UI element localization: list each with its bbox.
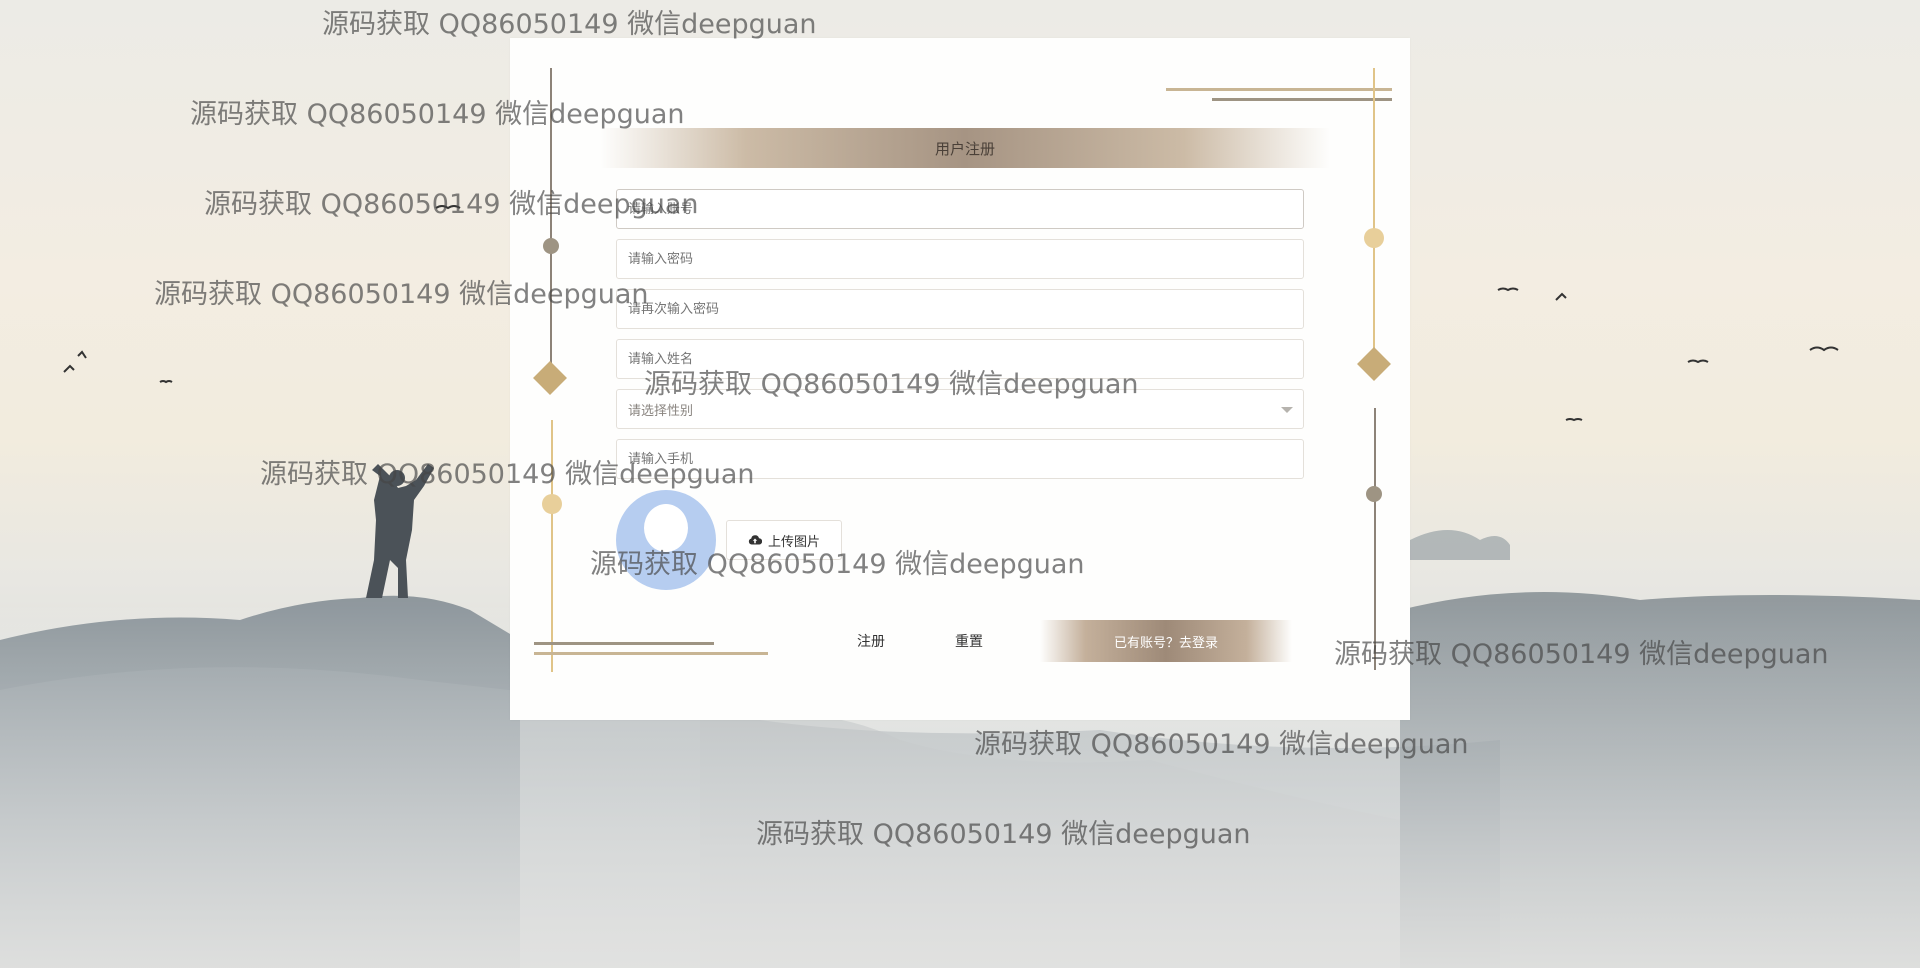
phone-input[interactable] <box>616 439 1304 479</box>
confirm-password-input[interactable] <box>616 289 1304 329</box>
right-deco-dot-gold <box>1364 228 1384 248</box>
left-deco-line-top <box>550 68 552 368</box>
register-card: 用户注册 请选择性别 上传图片 注册 重置 已有账号？去登录 <box>510 38 1410 720</box>
gender-select-value: 请选择性别 <box>628 403 694 419</box>
right-deco-line-bottom <box>1374 408 1376 670</box>
reset-button[interactable]: 重置 <box>934 621 1004 661</box>
right-deco-hline-1 <box>1166 88 1392 91</box>
page-title-text: 用户注册 <box>934 139 995 158</box>
password-input[interactable] <box>616 239 1304 279</box>
account-input[interactable] <box>616 189 1304 229</box>
go-login-link[interactable]: 已有账号？去登录 <box>1040 620 1292 662</box>
left-deco-dot-gold <box>542 494 562 514</box>
left-deco-hline-2 <box>534 652 768 655</box>
left-deco-circle <box>543 238 559 254</box>
name-input[interactable] <box>616 339 1304 379</box>
left-deco-line-bottom <box>551 420 553 672</box>
go-login-label: 已有账号？去登录 <box>1113 635 1218 651</box>
reset-button-label: 重置 <box>955 633 983 649</box>
register-button-label: 注册 <box>857 633 885 649</box>
avatar-placeholder-icon <box>644 504 688 552</box>
cloud-upload-icon <box>748 535 762 545</box>
right-deco-hline-2 <box>1212 98 1392 101</box>
upload-image-label: 上传图片 <box>767 533 820 549</box>
register-button[interactable]: 注册 <box>836 621 906 661</box>
upload-image-button[interactable]: 上传图片 <box>726 520 842 560</box>
right-deco-circle <box>1366 486 1382 502</box>
page-title: 用户注册 <box>600 128 1330 168</box>
left-deco-diamond <box>533 361 567 395</box>
left-deco-hline-1 <box>534 642 714 645</box>
chevron-down-icon <box>1281 407 1293 413</box>
right-deco-line-top <box>1373 68 1375 358</box>
gender-select[interactable]: 请选择性别 <box>616 389 1304 429</box>
avatar-preview <box>616 490 716 590</box>
right-deco-diamond <box>1357 347 1391 381</box>
